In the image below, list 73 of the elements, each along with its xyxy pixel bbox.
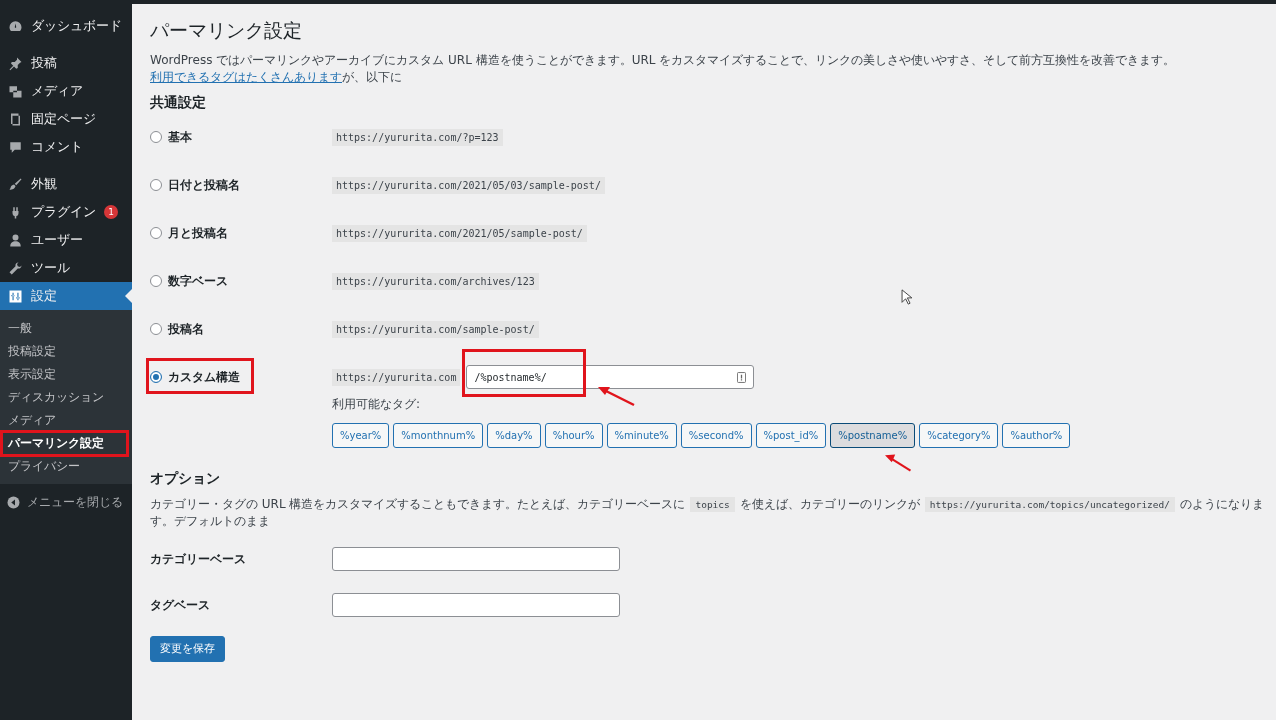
- comment-icon: [8, 139, 23, 155]
- submenu-item[interactable]: プライバシー: [0, 455, 132, 478]
- tag-button[interactable]: %year%: [332, 423, 390, 448]
- radio-button[interactable]: [150, 371, 162, 383]
- sidebar-item[interactable]: コメント: [0, 133, 132, 161]
- dashboard-icon: [8, 18, 23, 34]
- radio-button[interactable]: [150, 131, 162, 143]
- media-icon: [8, 83, 23, 99]
- user-icon: [8, 232, 23, 248]
- text-field[interactable]: [332, 547, 620, 571]
- page-title: パーマリンク設定: [150, 18, 303, 43]
- save-button[interactable]: 変更を保存: [150, 636, 225, 662]
- url-example: https://yururita.com/?p=123: [332, 128, 503, 146]
- section-heading: オプション: [150, 470, 221, 488]
- notification-badge: 1: [104, 205, 118, 219]
- sidebar-item[interactable]: プラグイン 1: [0, 198, 132, 226]
- collapse-menu-button[interactable]: メニューを閉じる: [0, 484, 132, 521]
- option-label: 投稿名: [168, 321, 204, 337]
- option-label: 日付と投稿名: [168, 177, 240, 193]
- submenu-item[interactable]: 表示設定: [0, 363, 132, 386]
- submenu-item[interactable]: ディスカッション: [0, 386, 132, 409]
- url-example: https://yururita.com: [332, 368, 461, 386]
- radio-button[interactable]: [150, 323, 162, 335]
- submenu-item[interactable]: 一般: [0, 317, 132, 340]
- collapse-icon: [6, 495, 21, 510]
- url-example: https://yururita.com/archives/123: [332, 272, 539, 290]
- url-example: https://yururita.com/2021/05/sample-post/: [332, 224, 587, 242]
- radio-button[interactable]: [150, 275, 162, 287]
- submenu-item[interactable]: 投稿設定: [0, 340, 132, 363]
- option-label: 基本: [168, 129, 192, 145]
- sidebar-item[interactable]: 投稿: [0, 49, 132, 77]
- sidebar-item[interactable]: ユーザー: [0, 226, 132, 254]
- tags-link[interactable]: 利用できるタグはたくさんあります: [150, 70, 342, 84]
- field-badge-icon: [737, 371, 747, 383]
- url-example: https://yururita.com/sample-post/: [332, 320, 539, 338]
- tag-button[interactable]: %post_id%: [755, 423, 827, 448]
- settings-icon: [8, 288, 23, 304]
- sidebar-item[interactable]: 外観: [0, 170, 132, 198]
- tag-button[interactable]: %minute%: [606, 423, 677, 448]
- pin-icon: [8, 55, 23, 71]
- tag-button[interactable]: %second%: [680, 423, 752, 448]
- submenu-item[interactable]: メディア: [0, 409, 132, 432]
- radio-button[interactable]: [150, 227, 162, 239]
- tag-button[interactable]: %hour%: [544, 423, 603, 448]
- tag-button[interactable]: %postname%: [830, 423, 916, 448]
- brush-icon: [8, 176, 23, 192]
- section-heading: 共通設定: [150, 94, 207, 112]
- radio-button[interactable]: [150, 179, 162, 191]
- current-menu-pointer: [125, 289, 132, 303]
- custom-structure-field[interactable]: /%postname%/: [466, 365, 755, 389]
- text-field[interactable]: [332, 593, 620, 617]
- cursor-icon: [901, 289, 912, 305]
- option-label: カスタム構造: [168, 369, 240, 385]
- tag-button[interactable]: %day%: [487, 423, 541, 448]
- sidebar-item[interactable]: ツール: [0, 254, 132, 282]
- url-example: https://yururita.com/2021/05/03/sample-post/: [332, 176, 605, 194]
- wrench-icon: [8, 260, 23, 276]
- sidebar-item[interactable]: ダッシュボード: [0, 12, 132, 40]
- options-description: カテゴリー・タグの URL 構造をカスタマイズすることもできます。たとえば、カテゴリーベースに topics を使えば、カテゴリーのリンクが https://yururita.com/topics/uncategorized/ のようになります。デフォルトのまま: [150, 496, 1265, 530]
- sidebar-item[interactable]: 固定ページ: [0, 105, 132, 133]
- submenu-item[interactable]: パーマリンク設定: [2, 432, 127, 455]
- field-label: タグベース: [150, 597, 211, 613]
- option-label: 月と投稿名: [168, 225, 228, 241]
- tag-button[interactable]: %category%: [919, 423, 999, 448]
- field-label: カテゴリーベース: [150, 551, 247, 567]
- available-tags-label: 利用可能なタグ:: [332, 396, 422, 413]
- tag-button[interactable]: %monthnum%: [393, 423, 484, 448]
- tag-button[interactable]: %author%: [1002, 423, 1071, 448]
- option-label: 数字ベース: [168, 273, 228, 289]
- sidebar-item[interactable]: 設定: [0, 282, 132, 310]
- sidebar-item[interactable]: メディア: [0, 77, 132, 105]
- intro-text: WordPress ではパーマリンクやアーカイブにカスタム URL 構造を使うことができます。URL をカスタマイズすることで、リンクの美しさや使いやすさ、そして前方互換性を改善できます。 利用できるタグはたくさんありますが、以下に: [150, 52, 1177, 86]
- pages-icon: [8, 111, 23, 127]
